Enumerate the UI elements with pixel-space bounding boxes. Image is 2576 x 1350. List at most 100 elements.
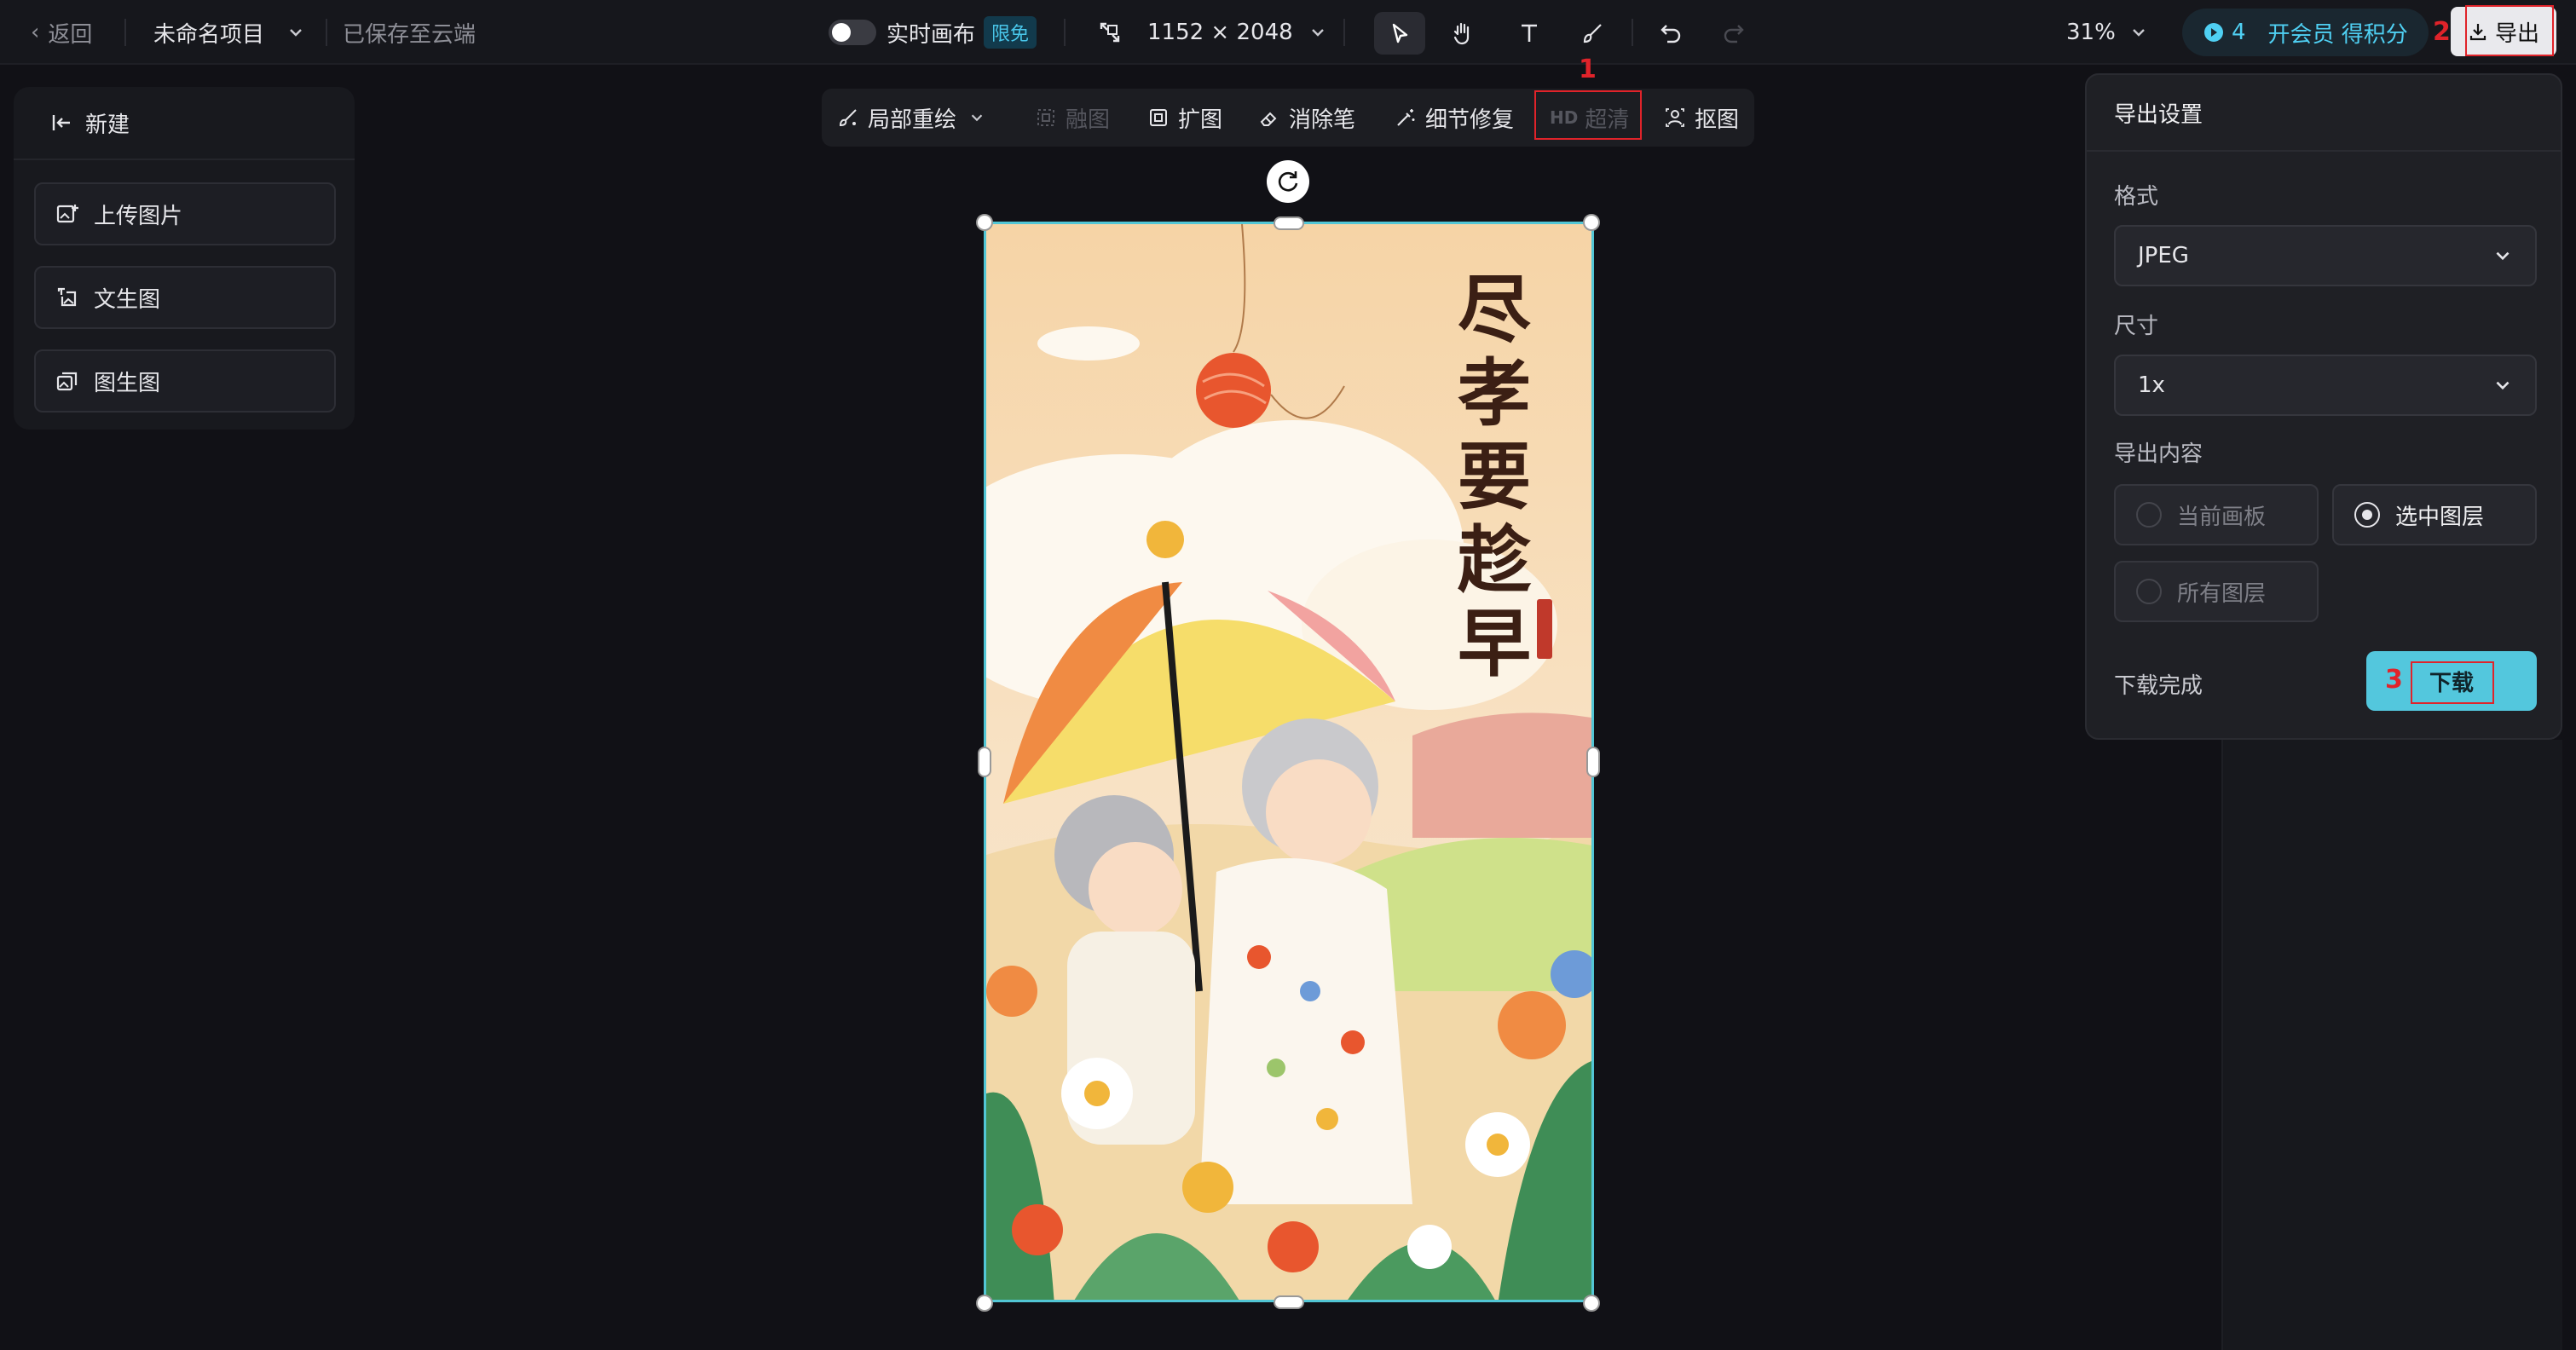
radio-selected-layer[interactable]: 选中图层	[2332, 484, 2537, 545]
chevron-down-icon	[971, 114, 983, 122]
resize-handle-left[interactable]	[978, 747, 991, 777]
radio-label: 当前画板	[2177, 504, 2267, 530]
detail-fix-button[interactable]: 细节修复	[1395, 89, 1514, 147]
blend-label: 融图	[1066, 107, 1111, 133]
inpaint-dropdown[interactable]: 局部重绘	[837, 89, 994, 147]
chevron-down-icon	[290, 29, 302, 37]
rotate-icon	[1278, 171, 1298, 192]
poster-char: 趁	[1458, 517, 1532, 603]
limited-free-badge: 限免	[984, 16, 1037, 49]
chevron-down-icon	[1311, 29, 1324, 37]
poster-char: 要	[1458, 434, 1531, 520]
radio-label: 所有图层	[2177, 580, 2267, 607]
canvas-image[interactable]: 尽 孝 要 趁 早	[984, 222, 1594, 1302]
zoom-dropdown[interactable]: 31%	[2066, 0, 2148, 65]
right-side-panel	[2221, 740, 2562, 1350]
format-select[interactable]: JPEG	[2114, 225, 2537, 286]
cutout-button[interactable]: 抠图	[1664, 89, 1739, 147]
format-label: 格式	[2114, 184, 2159, 210]
hand-tool-button[interactable]	[1437, 12, 1488, 55]
resize-handle-br[interactable]	[1583, 1295, 1600, 1312]
text-tool-button[interactable]	[1504, 12, 1555, 55]
credits-count: 4	[2232, 20, 2246, 45]
upload-image-icon	[56, 205, 78, 223]
chevron-left-icon: ‹	[31, 20, 40, 45]
divider	[2087, 150, 2561, 152]
poster-char: 尽	[1458, 267, 1531, 353]
eraser-button[interactable]: 消除笔	[1258, 89, 1355, 147]
image-to-image-button[interactable]: 图生图	[34, 349, 336, 412]
upload-image-button[interactable]: 上传图片	[34, 182, 336, 245]
inpaint-icon	[839, 109, 857, 127]
divider	[1064, 19, 1066, 46]
divider	[124, 19, 126, 46]
eraser-icon	[1260, 112, 1277, 126]
undo-icon	[1661, 25, 1681, 43]
image-to-image-label: 图生图	[94, 370, 161, 396]
new-label: 新建	[85, 112, 130, 138]
image-to-image-icon	[56, 372, 78, 391]
resize-handle-tl[interactable]	[976, 214, 993, 231]
cursor-icon	[1392, 23, 1408, 43]
resize-handle-tr[interactable]	[1583, 214, 1600, 231]
back-label: 返回	[48, 21, 93, 48]
brush-tool-button[interactable]	[1567, 12, 1618, 55]
expand-icon	[1150, 109, 1167, 126]
resize-handle-bottom[interactable]	[1274, 1295, 1304, 1309]
annotation-box-export	[2465, 5, 2554, 56]
resize-handle-right[interactable]	[1586, 747, 1600, 777]
vip-button[interactable]: 4 开会员 得积分	[2182, 9, 2429, 56]
annotation-2: 2	[2433, 17, 2451, 47]
undo-button[interactable]	[1645, 12, 1696, 55]
poster-char: 孝	[1458, 350, 1531, 436]
size-select[interactable]: 1x	[2114, 355, 2537, 416]
select-tool-button[interactable]	[1374, 12, 1425, 55]
canvas-size-dropdown[interactable]: 1152 × 2048	[1098, 0, 1327, 65]
text-to-image-label: 文生图	[94, 286, 161, 313]
detail-fix-label: 细节修复	[1425, 107, 1515, 133]
project-name: 未命名项目	[153, 21, 265, 48]
annotation-box-download	[2411, 661, 2494, 704]
redo-icon	[1724, 25, 1744, 43]
back-button[interactable]: ‹ 返回	[31, 0, 92, 65]
project-name-dropdown[interactable]: 未命名项目	[153, 0, 305, 65]
radio-circle-icon	[2136, 579, 2162, 604]
export-settings-panel: 导出设置 格式 JPEG 尺寸 1x 导出内容 当前画板 选中图层 所有图层 下…	[2085, 73, 2562, 740]
redo-button[interactable]	[1708, 12, 1759, 55]
eraser-label: 消除笔	[1289, 107, 1356, 133]
export-panel-title: 导出设置	[2114, 102, 2203, 128]
divider	[1632, 19, 1633, 46]
outpaint-button[interactable]: 扩图	[1147, 89, 1222, 147]
poster-char: 早	[1458, 601, 1531, 687]
size-value: 1x	[2138, 372, 2165, 398]
new-button[interactable]: 新建	[14, 87, 355, 160]
magic-wand-icon	[1397, 109, 1415, 126]
zoom-value: 31%	[2066, 20, 2116, 45]
radio-label: 选中图层	[2395, 504, 2485, 530]
vip-label: 开会员 得积分	[2267, 21, 2408, 48]
size-label: 尺寸	[2114, 314, 2159, 339]
radio-circle-icon	[2136, 502, 2162, 528]
resize-handle-bl[interactable]	[976, 1295, 993, 1312]
brush-icon	[1583, 24, 1602, 43]
radio-all-layers[interactable]: 所有图层	[2114, 561, 2319, 622]
radio-current-artboard[interactable]: 当前画板	[2114, 484, 2319, 545]
resize-icon	[1100, 22, 1120, 43]
annotation-box-upscale	[1534, 90, 1642, 140]
rotate-handle[interactable]	[1267, 160, 1309, 203]
text-to-image-button[interactable]: 文生图	[34, 266, 336, 329]
realtime-label: 实时画布	[887, 21, 976, 48]
canvas-size-value: 1152 × 2048	[1147, 20, 1293, 45]
top-bar: ‹ 返回 未命名项目 已保存至云端 实时画布 限免 1152 × 2048 31…	[0, 0, 2576, 65]
realtime-canvas-toggle[interactable]: 实时画布 限免	[829, 0, 1037, 65]
chevron-down-icon	[2496, 251, 2510, 261]
upload-image-label: 上传图片	[94, 203, 183, 229]
toggle-switch[interactable]	[829, 20, 876, 45]
seal-stamp	[1537, 599, 1552, 659]
blend-button[interactable]: 融图	[1035, 89, 1110, 147]
cutout-icon	[1666, 108, 1684, 127]
text-icon	[1522, 24, 1537, 42]
divider	[1343, 19, 1345, 46]
text-to-image-icon	[57, 287, 77, 307]
resize-handle-top[interactable]	[1274, 216, 1304, 230]
